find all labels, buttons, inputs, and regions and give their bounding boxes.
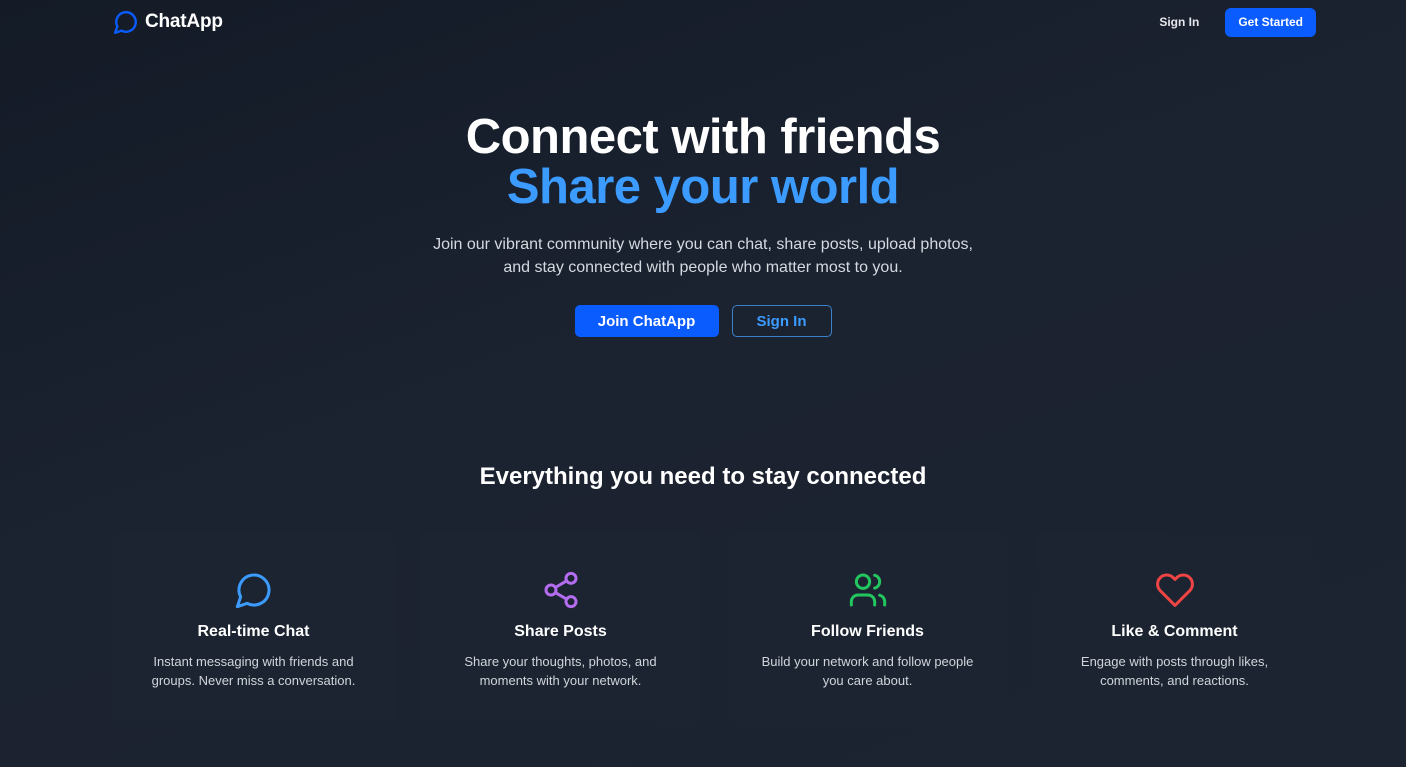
share-icon — [544, 571, 577, 609]
feature-description: Build your network and follow people you… — [761, 654, 974, 688]
hero-title: Connect with friends Share your world — [0, 112, 1406, 212]
feature-cards: Real-time Chat Instant messaging with fr… — [113, 532, 1316, 726]
join-chatapp-button[interactable]: Join ChatApp — [574, 305, 719, 337]
feature-description: Instant messaging with friends and group… — [151, 654, 356, 688]
feature-card-share-posts: Share Posts Share your thoughts, photos,… — [420, 532, 701, 726]
users-icon — [849, 573, 886, 607]
feature-title: Follow Friends — [811, 623, 924, 640]
feature-title: Like & Comment — [1111, 623, 1238, 640]
nav-sign-in-link[interactable]: Sign In — [1159, 15, 1199, 29]
feature-title: Share Posts — [514, 623, 607, 640]
features-heading: Everything you need to stay connected — [479, 463, 927, 490]
chat-bubble-icon — [235, 573, 270, 609]
hero-sign-in-button[interactable]: Sign In — [731, 305, 832, 337]
get-started-button[interactable]: Get Started — [1225, 7, 1316, 37]
feature-description: Share your thoughts, photos, and moments… — [464, 654, 657, 688]
feature-card-follow-friends: Follow Friends Build your network and fo… — [727, 532, 1008, 726]
feature-title: Real-time Chat — [197, 623, 310, 640]
brand-logo[interactable]: ChatApp — [113, 9, 223, 35]
hero-description: Join our vibrant community where you can… — [433, 236, 973, 276]
hero-title-line-1: Connect with friends — [465, 110, 941, 164]
hero-buttons: Join ChatApp Sign In — [0, 305, 1406, 337]
feature-card-like-comment: Like & Comment Engage with posts through… — [1034, 532, 1315, 726]
feature-description: Engage with posts through likes, comment… — [1080, 654, 1269, 688]
nav-actions: Sign In Get Started — [1159, 7, 1316, 37]
heart-icon — [1155, 573, 1194, 607]
feature-card-real-time-chat: Real-time Chat Instant messaging with fr… — [113, 532, 394, 726]
hero-title-line-2: Share your world — [506, 160, 900, 214]
brand-name: ChatApp — [145, 11, 223, 32]
top-nav: ChatApp Sign In Get Started — [113, 0, 1316, 44]
chat-bubble-icon — [113, 11, 137, 35]
hero-section: Connect with friends Share your world Jo… — [0, 112, 1406, 337]
